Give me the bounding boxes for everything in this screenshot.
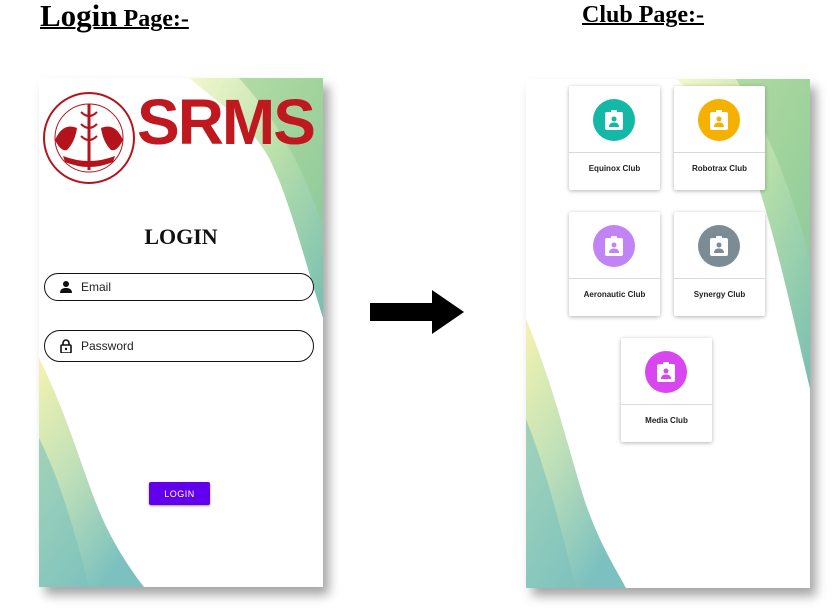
srms-emblem-logo <box>43 92 135 184</box>
club-label: Aeronautic Club <box>583 290 646 299</box>
person-icon <box>60 281 72 293</box>
club-page-heading: Club Page:- <box>582 2 704 28</box>
password-input[interactable] <box>81 331 301 361</box>
srms-logo-text: SRMS <box>137 86 316 158</box>
club-icon-circle <box>698 225 740 267</box>
right-arrow-icon <box>370 290 464 334</box>
club-icon-circle <box>593 225 635 267</box>
club-icon-circle <box>593 99 635 141</box>
club-label: Synergy Club <box>693 290 746 299</box>
club-icon-circle <box>698 99 740 141</box>
card-divider <box>674 152 765 153</box>
card-divider <box>569 152 660 153</box>
club-card-synergy[interactable]: Synergy Club <box>674 212 765 316</box>
club-card-media[interactable]: Media Club <box>621 338 712 442</box>
badge-icon <box>710 110 728 130</box>
login-page-heading: Login Page:- <box>40 0 189 34</box>
card-divider <box>569 278 660 279</box>
club-icon-circle <box>645 351 687 393</box>
login-title: LOGIN <box>144 224 218 249</box>
email-input[interactable] <box>81 274 301 300</box>
club-card-equinox[interactable]: Equinox Club <box>569 86 660 190</box>
club-label: Robotrax Club <box>691 164 748 173</box>
club-screen: Equinox Club Robotrax Club Aeronautic Cl… <box>526 79 810 588</box>
badge-icon <box>605 236 623 256</box>
login-button[interactable]: LOGIN <box>149 482 210 505</box>
card-divider <box>674 278 765 279</box>
badge-icon <box>657 362 675 382</box>
badge-icon <box>710 236 728 256</box>
badge-icon <box>605 110 623 130</box>
club-label: Equinox Club <box>588 164 641 173</box>
lock-icon <box>60 339 72 353</box>
password-field[interactable] <box>44 330 314 362</box>
login-heading-suffix: Page:- <box>117 6 189 32</box>
email-field[interactable] <box>44 273 314 301</box>
card-divider <box>621 404 712 405</box>
login-heading-word: Login <box>40 0 118 33</box>
club-card-robotrax[interactable]: Robotrax Club <box>674 86 765 190</box>
login-screen: SRMS LOGIN LOGIN <box>39 78 323 587</box>
club-card-aeronautic[interactable]: Aeronautic Club <box>569 212 660 316</box>
club-label: Media Club <box>645 416 688 425</box>
